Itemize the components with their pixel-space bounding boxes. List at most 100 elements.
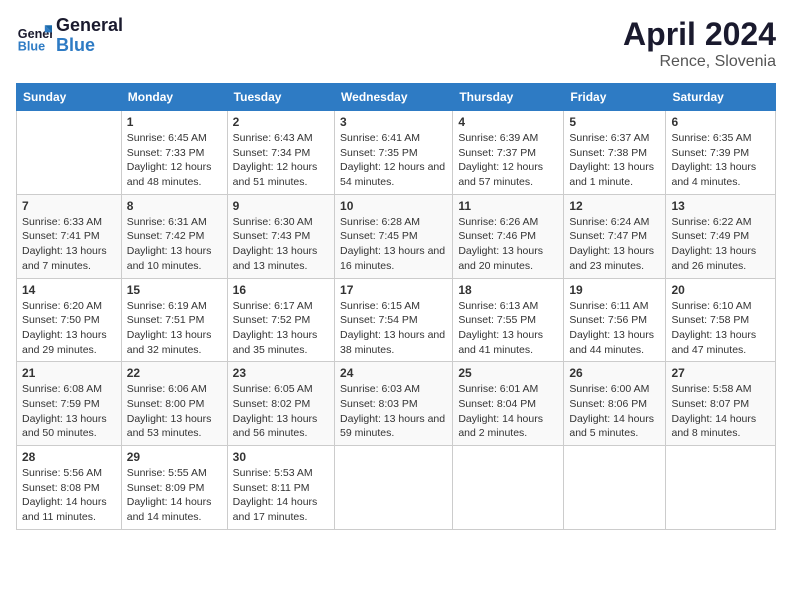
- day-number: 24: [340, 366, 447, 380]
- day-number: 15: [127, 283, 222, 297]
- day-info: Sunrise: 6:11 AMSunset: 7:56 PMDaylight:…: [569, 299, 660, 358]
- logo: General Blue General Blue: [16, 16, 123, 56]
- calendar-cell: 13 Sunrise: 6:22 AMSunset: 7:49 PMDayligh…: [666, 194, 776, 278]
- weekday-saturday: Saturday: [666, 84, 776, 111]
- day-info: Sunrise: 6:28 AMSunset: 7:45 PMDaylight:…: [340, 215, 447, 274]
- day-number: 13: [671, 199, 770, 213]
- calendar-cell: 16 Sunrise: 6:17 AMSunset: 7:52 PMDayligh…: [227, 278, 334, 362]
- day-number: 19: [569, 283, 660, 297]
- calendar-cell: [564, 446, 666, 530]
- day-info: Sunrise: 6:20 AMSunset: 7:50 PMDaylight:…: [22, 299, 116, 358]
- day-info: Sunrise: 6:41 AMSunset: 7:35 PMDaylight:…: [340, 131, 447, 190]
- day-info: Sunrise: 5:55 AMSunset: 8:09 PMDaylight:…: [127, 466, 222, 525]
- logo-text-blue: Blue: [56, 36, 123, 56]
- day-info: Sunrise: 6:43 AMSunset: 7:34 PMDaylight:…: [233, 131, 329, 190]
- calendar-cell: 27 Sunrise: 5:58 AMSunset: 8:07 PMDayligh…: [666, 362, 776, 446]
- calendar-cell: [335, 446, 453, 530]
- calendar-cell: 17Sunrise: 6:15 AMSunset: 7:54 PMDayligh…: [335, 278, 453, 362]
- day-number: 28: [22, 450, 116, 464]
- calendar-cell: 15 Sunrise: 6:19 AMSunset: 7:51 PMDayligh…: [121, 278, 227, 362]
- title-block: April 2024 Rence, Slovenia: [623, 16, 776, 71]
- calendar-cell: 25 Sunrise: 6:01 AMSunset: 8:04 PMDayligh…: [453, 362, 564, 446]
- day-number: 5: [569, 115, 660, 129]
- calendar-cell: 8 Sunrise: 6:31 AMSunset: 7:42 PMDaylight…: [121, 194, 227, 278]
- calendar-week-2: 7 Sunrise: 6:33 AMSunset: 7:41 PMDaylight…: [17, 194, 776, 278]
- day-info: Sunrise: 6:35 AMSunset: 7:39 PMDaylight:…: [671, 131, 770, 190]
- day-info: Sunrise: 6:30 AMSunset: 7:43 PMDaylight:…: [233, 215, 329, 274]
- day-info: Sunrise: 5:56 AMSunset: 8:08 PMDaylight:…: [22, 466, 116, 525]
- month-title: April 2024: [623, 16, 776, 53]
- day-number: 30: [233, 450, 329, 464]
- day-number: 27: [671, 366, 770, 380]
- day-info: Sunrise: 6:33 AMSunset: 7:41 PMDaylight:…: [22, 215, 116, 274]
- weekday-monday: Monday: [121, 84, 227, 111]
- day-number: 16: [233, 283, 329, 297]
- weekday-tuesday: Tuesday: [227, 84, 334, 111]
- day-info: Sunrise: 6:08 AMSunset: 7:59 PMDaylight:…: [22, 382, 116, 441]
- day-info: Sunrise: 6:01 AMSunset: 8:04 PMDaylight:…: [458, 382, 558, 441]
- calendar-cell: 28 Sunrise: 5:56 AMSunset: 8:08 PMDayligh…: [17, 446, 122, 530]
- day-number: 17: [340, 283, 447, 297]
- logo-text-general: General: [56, 16, 123, 36]
- calendar-cell: 22Sunrise: 6:06 AMSunset: 8:00 PMDayligh…: [121, 362, 227, 446]
- day-number: 20: [671, 283, 770, 297]
- weekday-header-row: SundayMondayTuesdayWednesdayThursdayFrid…: [17, 84, 776, 111]
- calendar-cell: 24 Sunrise: 6:03 AMSunset: 8:03 PMDayligh…: [335, 362, 453, 446]
- weekday-wednesday: Wednesday: [335, 84, 453, 111]
- day-number: 23: [233, 366, 329, 380]
- day-info: Sunrise: 6:05 AMSunset: 8:02 PMDaylight:…: [233, 382, 329, 441]
- calendar-cell: 19 Sunrise: 6:11 AMSunset: 7:56 PMDayligh…: [564, 278, 666, 362]
- calendar-cell: [453, 446, 564, 530]
- calendar-cell: 23 Sunrise: 6:05 AMSunset: 8:02 PMDayligh…: [227, 362, 334, 446]
- calendar-week-3: 14 Sunrise: 6:20 AMSunset: 7:50 PMDayligh…: [17, 278, 776, 362]
- weekday-friday: Friday: [564, 84, 666, 111]
- day-info: Sunrise: 6:19 AMSunset: 7:51 PMDaylight:…: [127, 299, 222, 358]
- day-info: Sunrise: 6:39 AMSunset: 7:37 PMDaylight:…: [458, 131, 558, 190]
- day-number: 21: [22, 366, 116, 380]
- day-number: 4: [458, 115, 558, 129]
- calendar-cell: 21 Sunrise: 6:08 AMSunset: 7:59 PMDayligh…: [17, 362, 122, 446]
- day-number: 9: [233, 199, 329, 213]
- day-number: 29: [127, 450, 222, 464]
- day-info: Sunrise: 6:13 AMSunset: 7:55 PMDaylight:…: [458, 299, 558, 358]
- day-number: 25: [458, 366, 558, 380]
- day-number: 22: [127, 366, 222, 380]
- day-info: Sunrise: 6:17 AMSunset: 7:52 PMDaylight:…: [233, 299, 329, 358]
- calendar-cell: 30 Sunrise: 5:53 AMSunset: 8:11 PMDayligh…: [227, 446, 334, 530]
- calendar-cell: 10 Sunrise: 6:28 AMSunset: 7:45 PMDayligh…: [335, 194, 453, 278]
- calendar-cell: [17, 111, 122, 195]
- day-info: Sunrise: 5:53 AMSunset: 8:11 PMDaylight:…: [233, 466, 329, 525]
- location-subtitle: Rence, Slovenia: [623, 53, 776, 71]
- day-number: 2: [233, 115, 329, 129]
- page-header: General Blue General Blue April 2024 Ren…: [16, 16, 776, 71]
- calendar-week-5: 28 Sunrise: 5:56 AMSunset: 8:08 PMDayligh…: [17, 446, 776, 530]
- calendar-cell: 18Sunrise: 6:13 AMSunset: 7:55 PMDayligh…: [453, 278, 564, 362]
- calendar-cell: 14 Sunrise: 6:20 AMSunset: 7:50 PMDayligh…: [17, 278, 122, 362]
- day-info: Sunrise: 6:31 AMSunset: 7:42 PMDaylight:…: [127, 215, 222, 274]
- calendar-cell: 9 Sunrise: 6:30 AMSunset: 7:43 PMDaylight…: [227, 194, 334, 278]
- calendar-cell: 12Sunrise: 6:24 AMSunset: 7:47 PMDayligh…: [564, 194, 666, 278]
- day-number: 10: [340, 199, 447, 213]
- calendar-cell: 3Sunrise: 6:41 AMSunset: 7:35 PMDaylight…: [335, 111, 453, 195]
- calendar-cell: 6Sunrise: 6:35 AMSunset: 7:39 PMDaylight…: [666, 111, 776, 195]
- weekday-thursday: Thursday: [453, 84, 564, 111]
- logo-icon: General Blue: [16, 18, 52, 54]
- calendar-cell: 29 Sunrise: 5:55 AMSunset: 8:09 PMDayligh…: [121, 446, 227, 530]
- day-info: Sunrise: 6:22 AMSunset: 7:49 PMDaylight:…: [671, 215, 770, 274]
- calendar-cell: 4 Sunrise: 6:39 AMSunset: 7:37 PMDaylight…: [453, 111, 564, 195]
- calendar-cell: 7 Sunrise: 6:33 AMSunset: 7:41 PMDaylight…: [17, 194, 122, 278]
- day-number: 26: [569, 366, 660, 380]
- day-info: Sunrise: 6:03 AMSunset: 8:03 PMDaylight:…: [340, 382, 447, 441]
- day-number: 11: [458, 199, 558, 213]
- day-number: 8: [127, 199, 222, 213]
- day-number: 12: [569, 199, 660, 213]
- calendar-cell: 11 Sunrise: 6:26 AMSunset: 7:46 PMDayligh…: [453, 194, 564, 278]
- calendar-cell: [666, 446, 776, 530]
- day-info: Sunrise: 6:26 AMSunset: 7:46 PMDaylight:…: [458, 215, 558, 274]
- day-number: 1: [127, 115, 222, 129]
- day-info: Sunrise: 5:58 AMSunset: 8:07 PMDaylight:…: [671, 382, 770, 441]
- day-number: 7: [22, 199, 116, 213]
- day-info: Sunrise: 6:37 AMSunset: 7:38 PMDaylight:…: [569, 131, 660, 190]
- calendar-cell: 1Sunrise: 6:45 AMSunset: 7:33 PMDaylight…: [121, 111, 227, 195]
- day-number: 14: [22, 283, 116, 297]
